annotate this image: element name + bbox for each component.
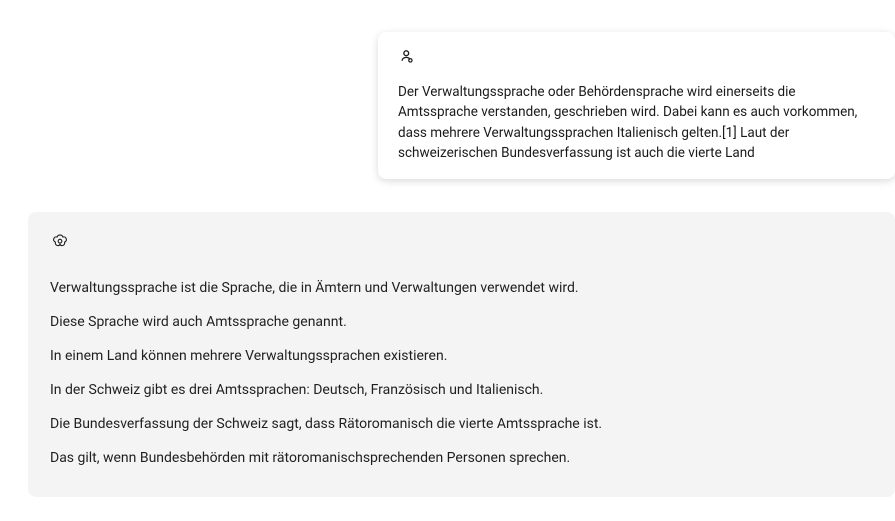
user-avatar-icon	[398, 48, 875, 66]
user-message-card: Der Verwaltungssprache oder Behördenspra…	[378, 32, 895, 179]
assistant-paragraph: Verwaltungssprache ist die Sprache, die …	[50, 278, 873, 299]
assistant-paragraph: Die Bundesverfassung der Schweiz sagt, d…	[50, 414, 873, 435]
assistant-paragraph: Das gilt, wenn Bundesbehörden mit rätoro…	[50, 448, 873, 469]
assistant-logo-icon	[50, 232, 873, 252]
user-message-text: Der Verwaltungssprache oder Behördenspra…	[398, 82, 875, 163]
assistant-message-body: Verwaltungssprache ist die Sprache, die …	[50, 278, 873, 469]
assistant-paragraph: In der Schweiz gibt es drei Amtssprachen…	[50, 380, 873, 401]
assistant-paragraph: In einem Land können mehrere Verwaltungs…	[50, 346, 873, 367]
assistant-paragraph: Diese Sprache wird auch Amtssprache gena…	[50, 312, 873, 333]
assistant-message-card: Verwaltungssprache ist die Sprache, die …	[28, 212, 895, 497]
